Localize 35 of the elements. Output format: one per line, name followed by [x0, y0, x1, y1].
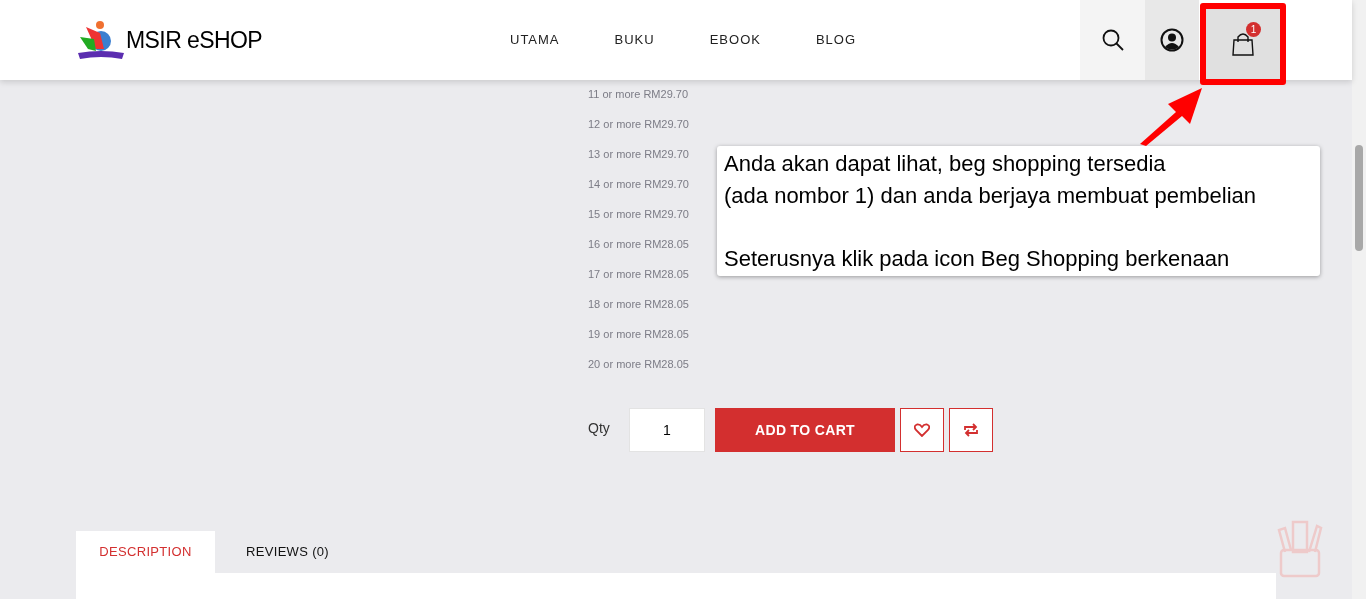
- price-tier-label: 17 or more RM28.05: [588, 267, 689, 282]
- logo-text[interactable]: MSIR eSHOP: [126, 22, 263, 58]
- price-tier-label: 16 or more RM28.05: [588, 237, 689, 252]
- cart-button[interactable]: 1: [1223, 24, 1263, 64]
- shopping-bag-icon: [1232, 32, 1254, 56]
- price-tier-label: 14 or more RM29.70: [588, 177, 689, 192]
- price-tier-label: 13 or more RM29.70: [588, 147, 689, 162]
- annotation-callout: Anda akan dapat lihat, beg shopping tersedia (ada nombor 1) dan anda berjaya membuat pembelian Seterusnya klik pada icon Beg Shopping berkenaan: [717, 146, 1320, 276]
- add-to-cart-button[interactable]: ADD TO CART: [715, 408, 895, 452]
- price-tier-label: 18 or more RM28.05: [588, 297, 689, 312]
- nav-link[interactable]: UTAMA: [510, 30, 560, 50]
- tab[interactable]: REVIEWS (0): [215, 531, 360, 573]
- account-button[interactable]: [1145, 0, 1199, 80]
- tab[interactable]: DESCRIPTION: [76, 531, 215, 573]
- price-tier-label: 20 or more RM28.05: [588, 357, 689, 372]
- price-tier-label: 11 or more RM29.70: [588, 87, 689, 102]
- cart-count-badge: 1: [1246, 22, 1261, 37]
- price-tier-label: 12 or more RM29.70: [588, 117, 689, 132]
- nav-link[interactable]: BLOG: [815, 30, 857, 50]
- nav-link[interactable]: EBOOK: [709, 30, 761, 50]
- wishlist-button[interactable]: [900, 408, 944, 452]
- logo-icon: [76, 19, 126, 61]
- nav-link[interactable]: BUKU: [614, 30, 655, 50]
- stationery-icon: [1277, 520, 1325, 578]
- user-icon: [1160, 28, 1184, 52]
- scroll-thumb[interactable]: [1355, 145, 1363, 251]
- quantity-field[interactable]: 1: [629, 408, 705, 452]
- swap-arrows-icon: [963, 423, 979, 437]
- scrollbar[interactable]: [1352, 0, 1366, 599]
- compare-button[interactable]: [949, 408, 993, 452]
- search-icon: [1100, 28, 1125, 52]
- qty-label: Qty: [588, 419, 611, 438]
- price-tier-label: 15 or more RM29.70: [588, 207, 689, 222]
- heart-icon: [914, 423, 930, 437]
- price-tier-label: 19 or more RM28.05: [588, 327, 689, 342]
